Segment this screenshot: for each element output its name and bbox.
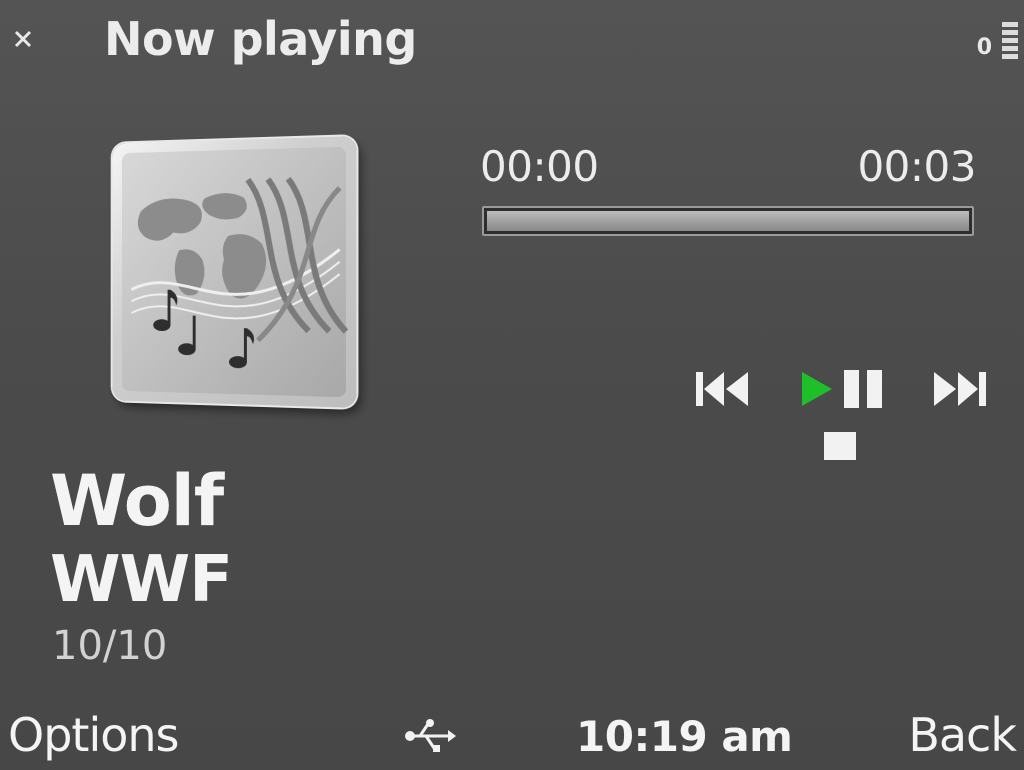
usb-icon [405,719,456,752]
stop-icon [824,432,856,460]
close-button[interactable] [6,22,40,56]
page-title: Now playing [104,12,417,66]
progress-bar[interactable] [482,206,974,236]
track-title: Wolf [50,460,224,542]
progress-track [487,211,969,231]
elapsed-time: 00:00 [480,142,599,191]
album-art [112,136,357,408]
stop-button[interactable] [818,426,862,466]
status-indicator: 0 [976,35,992,60]
total-time: 00:03 [857,142,976,191]
battery-icon [1002,22,1018,59]
status-area: 0 [977,22,1018,59]
pause-icon [844,370,882,408]
track-artist: WWF [50,543,233,617]
clock: 10:19 am [576,712,793,761]
options-softkey[interactable]: Options [8,708,179,762]
play-icon [802,372,832,406]
back-softkey[interactable]: Back [908,708,1017,762]
next-button[interactable] [928,366,990,412]
close-icon [14,30,32,48]
now-playing-screen: Now playing 0 00:00 00:03 Wolf WWF 10/10… [0,0,1024,770]
skip-previous-icon [696,372,748,406]
track-index: 10/10 [52,623,168,669]
album-art-music-notes-icon [121,146,357,398]
play-pause-button[interactable] [794,362,894,416]
previous-button[interactable] [692,366,754,412]
skip-next-icon [934,372,986,406]
